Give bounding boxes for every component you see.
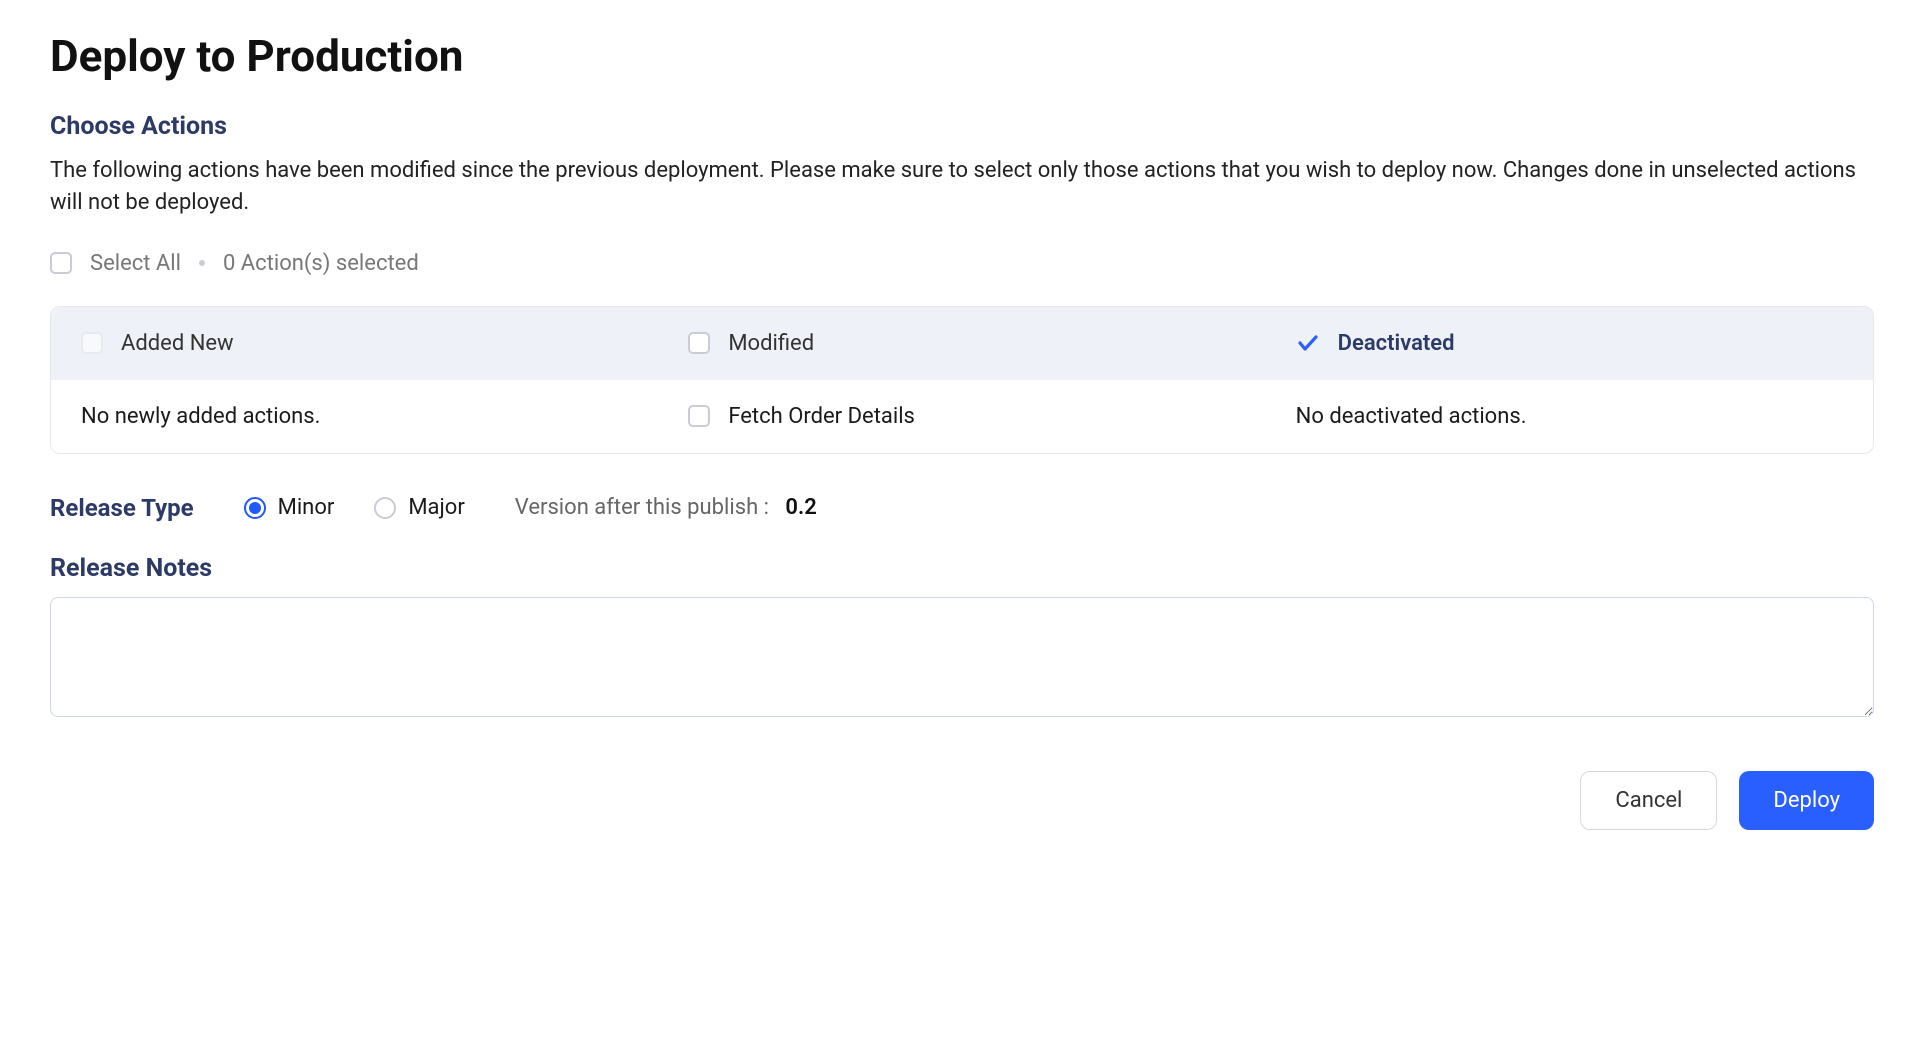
actions-table: Added New Modified Deactivated No newly … — [50, 306, 1874, 454]
actions-table-body: No newly added actions. Fetch Order Deta… — [51, 380, 1873, 453]
check-icon — [1296, 331, 1320, 355]
release-type-major[interactable]: Major — [374, 495, 464, 520]
version-label: Version after this publish : — [515, 495, 769, 520]
modified-item-label: Fetch Order Details — [728, 404, 915, 429]
bullet-separator-icon — [199, 260, 205, 266]
column-header-deactivated: Deactivated — [1266, 307, 1873, 380]
minor-label: Minor — [278, 495, 335, 520]
column-header-added-new: Added New — [51, 307, 658, 380]
modified-body-item: Fetch Order Details — [658, 380, 1265, 453]
release-type-heading: Release Type — [50, 494, 194, 522]
page-title: Deploy to Production — [50, 30, 1874, 82]
actions-table-header: Added New Modified Deactivated — [51, 307, 1873, 380]
deploy-button[interactable]: Deploy — [1739, 771, 1874, 830]
release-type-row: Release Type Minor Major Version after t… — [50, 494, 1874, 522]
column-header-modified: Modified — [658, 307, 1265, 380]
select-all-row: Select All 0 Action(s) selected — [50, 251, 1874, 276]
select-all-label: Select All — [90, 251, 181, 276]
selected-count-text: 0 Action(s) selected — [223, 251, 419, 276]
deactivated-body: No deactivated actions. — [1266, 380, 1873, 453]
release-type-radio-group: Minor Major — [244, 495, 465, 520]
modified-header-checkbox[interactable] — [688, 332, 710, 354]
choose-actions-description: The following actions have been modified… — [50, 155, 1874, 219]
deactivated-header-label: Deactivated — [1338, 331, 1455, 356]
added-new-header-label: Added New — [121, 331, 234, 356]
added-new-body: No newly added actions. — [51, 380, 658, 453]
deactivated-empty-text: No deactivated actions. — [1296, 404, 1527, 429]
select-all-checkbox[interactable] — [50, 252, 72, 274]
major-label: Major — [408, 495, 464, 520]
modified-item-checkbox[interactable] — [688, 405, 710, 427]
version-info: Version after this publish : 0.2 — [515, 495, 817, 520]
added-new-header-checkbox[interactable] — [81, 332, 103, 354]
dialog-footer: Cancel Deploy — [50, 771, 1874, 830]
radio-icon — [374, 497, 396, 519]
release-notes-heading: Release Notes — [50, 554, 1874, 583]
modified-header-label: Modified — [728, 331, 814, 356]
radio-icon — [244, 497, 266, 519]
added-new-empty-text: No newly added actions. — [81, 404, 320, 429]
release-type-minor[interactable]: Minor — [244, 495, 335, 520]
choose-actions-heading: Choose Actions — [50, 112, 1874, 141]
release-notes-input[interactable] — [50, 597, 1874, 717]
cancel-button[interactable]: Cancel — [1580, 771, 1717, 830]
version-value: 0.2 — [785, 495, 816, 520]
